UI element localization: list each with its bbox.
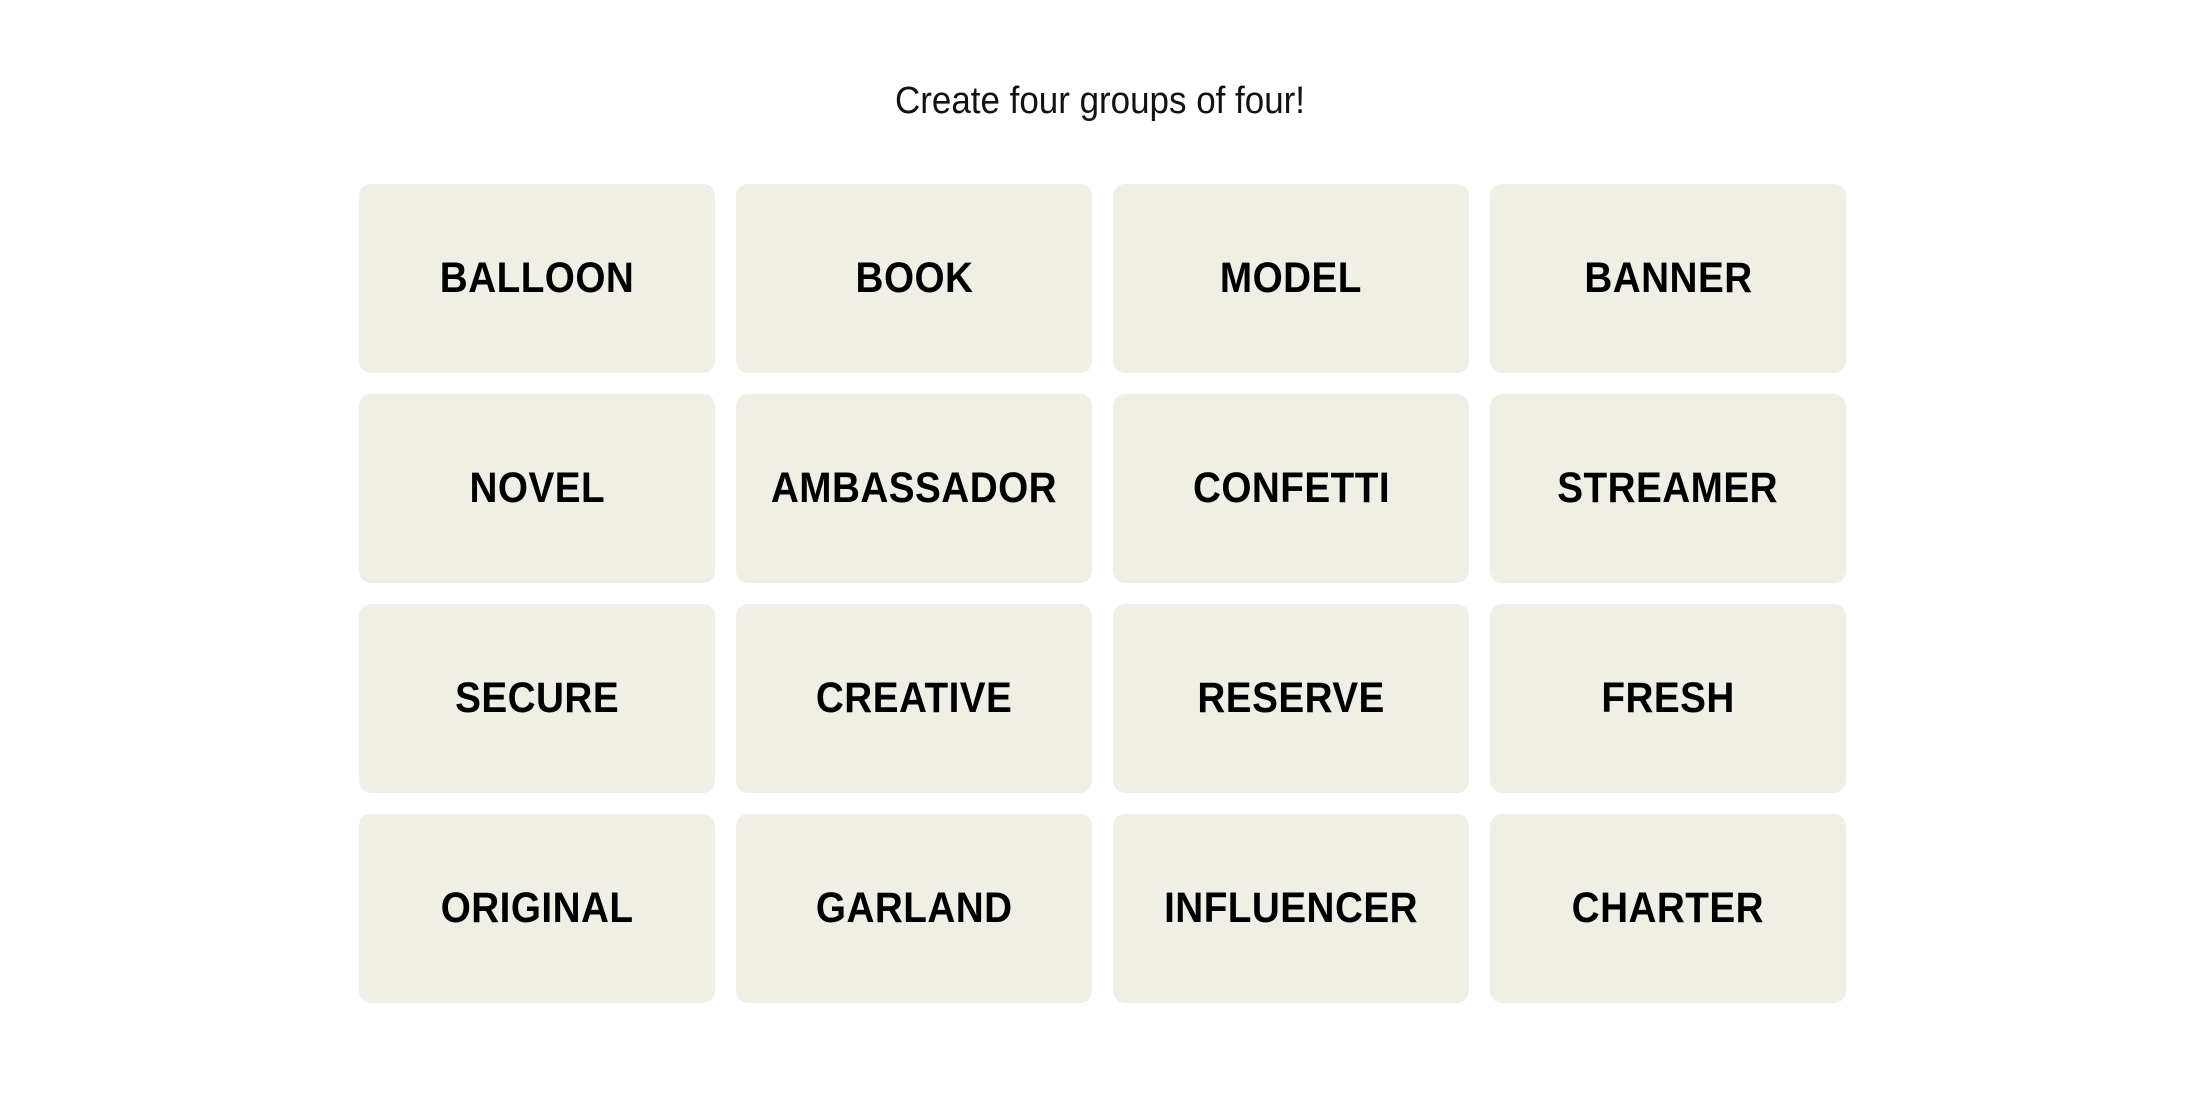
word-tile[interactable]: AMBASSADOR [736, 394, 1092, 583]
game-prompt: Create four groups of four! [894, 80, 1306, 122]
word-tile[interactable]: BALLOON [359, 184, 715, 373]
word-tile-label: FRESH [1601, 674, 1735, 722]
word-tile[interactable]: GARLAND [736, 814, 1092, 1003]
word-tile[interactable]: CONFETTI [1113, 394, 1469, 583]
word-tile-label: NOVEL [469, 464, 605, 512]
word-tile-label: ORIGINAL [440, 884, 634, 932]
word-tile-label: GARLAND [815, 884, 1013, 932]
word-tile-label: BANNER [1583, 254, 1753, 302]
word-tile[interactable]: FRESH [1490, 604, 1846, 793]
word-tile[interactable]: STREAMER [1490, 394, 1846, 583]
word-tile-label: INFLUENCER [1164, 884, 1418, 932]
word-tile[interactable]: BOOK [736, 184, 1092, 373]
word-tile[interactable]: BANNER [1490, 184, 1846, 373]
word-tile-label: CREATIVE [815, 674, 1013, 722]
word-tile-label: STREAMER [1557, 464, 1779, 512]
word-tile-label: RESERVE [1197, 674, 1385, 722]
word-tile-label: SECURE [455, 674, 619, 722]
word-tile[interactable]: RESERVE [1113, 604, 1469, 793]
word-tile[interactable]: NOVEL [359, 394, 715, 583]
word-tile-label: CHARTER [1571, 884, 1765, 932]
word-grid: BALLOON BOOK MODEL BANNER NOVEL AMBASSAD… [359, 184, 1846, 1003]
word-tile-label: CONFETTI [1192, 464, 1390, 512]
word-tile-label: MODEL [1219, 254, 1363, 302]
word-tile[interactable]: CREATIVE [736, 604, 1092, 793]
word-tile[interactable]: SECURE [359, 604, 715, 793]
word-tile[interactable]: CHARTER [1490, 814, 1846, 1003]
word-tile[interactable]: INFLUENCER [1113, 814, 1469, 1003]
word-tile-label: BALLOON [439, 254, 635, 302]
word-tile-label: BOOK [855, 254, 973, 302]
word-tile[interactable]: MODEL [1113, 184, 1469, 373]
word-tile-label: AMBASSADOR [770, 464, 1058, 512]
word-tile[interactable]: ORIGINAL [359, 814, 715, 1003]
